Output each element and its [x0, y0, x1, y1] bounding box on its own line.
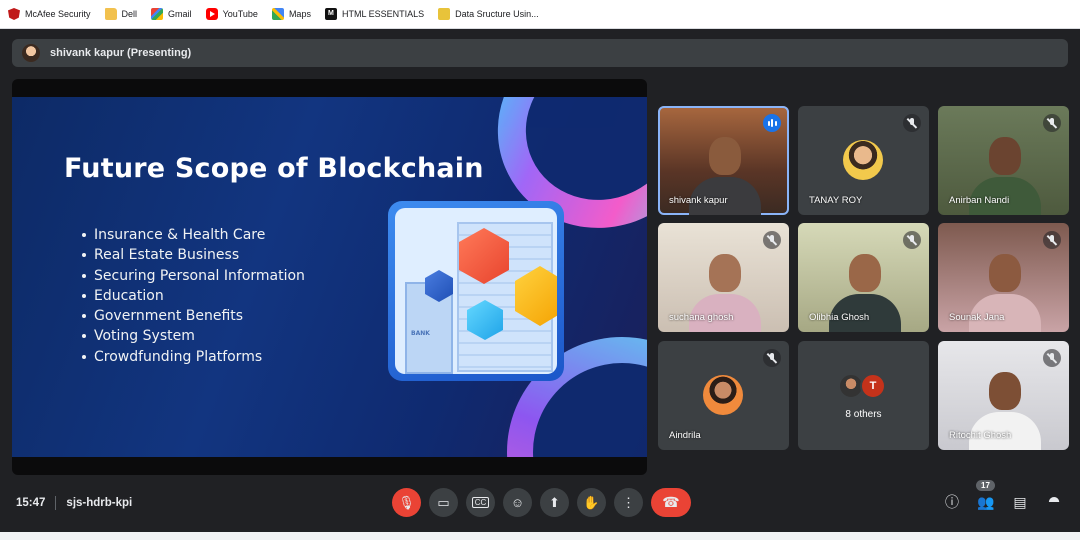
participant-name: suchana ghosh	[669, 312, 734, 323]
mic-off-icon	[1043, 349, 1061, 367]
bookmarks-bar: McAfee Security Dell Gmail YouTube Maps …	[0, 0, 1080, 29]
info-icon: ⓘ	[945, 494, 959, 510]
participant-tile[interactable]: suchana ghosh	[658, 223, 789, 332]
participant-tile[interactable]: Anirban Nandi	[938, 106, 1069, 215]
bookmark-youtube[interactable]: YouTube	[205, 8, 258, 20]
meeting-details-button[interactable]: ⓘ	[942, 492, 962, 512]
mic-off-button[interactable]: 🎙	[392, 488, 421, 517]
mic-off-icon	[763, 231, 781, 249]
end-call-button[interactable]: ☎	[651, 488, 691, 517]
present-screen-icon: ⬆	[549, 494, 560, 510]
taskbar-edge	[0, 532, 1080, 540]
participant-name: Ritochit Ghosh	[949, 430, 1012, 441]
bookmark-label: Maps	[288, 9, 311, 19]
participant-tile[interactable]: Sounak Jana	[938, 223, 1069, 332]
slide-bullet-list: Insurance & Health Care Real Estate Busi…	[82, 225, 305, 367]
slide-bullet: Securing Personal Information	[82, 266, 305, 286]
participant-name: TANAY ROY	[809, 195, 863, 206]
bookmark-label: McAfee Security	[25, 9, 91, 19]
slide-bullet: Real Estate Business	[82, 245, 305, 265]
reactions-button[interactable]: ☺	[503, 488, 532, 517]
slide-bullet: Crowdfunding Platforms	[82, 347, 305, 367]
participant-name: Olibhia Ghosh	[809, 312, 870, 323]
participant-name: Sounak Jana	[949, 312, 1005, 323]
others-count: 8 others	[845, 409, 882, 420]
blockchain-bank-illustration	[388, 201, 564, 381]
bookmark-data-structure[interactable]: Data Sructure Usin...	[438, 8, 539, 20]
avatar	[22, 44, 40, 62]
mic-off-icon	[903, 114, 921, 132]
participant-name: Anirban Nandi	[949, 195, 1010, 206]
participant-name: shivank kapur	[669, 195, 728, 206]
meeting-info: 15:47 sjs-hdrb-kpi	[16, 496, 132, 510]
slide-bullet: Government Benefits	[82, 306, 305, 326]
data-structure-icon	[438, 8, 451, 20]
captions-button[interactable]: CC	[466, 488, 495, 517]
bookmark-label: Dell	[121, 9, 138, 19]
meeting-time: 15:47	[16, 497, 46, 509]
others-avatars: T	[838, 373, 886, 399]
mic-off-icon: 🎙	[398, 494, 415, 510]
bookmark-label: YouTube	[222, 9, 258, 19]
more-vert-icon: ⋮	[622, 494, 635, 510]
emoji-icon: ☺	[510, 495, 525, 510]
activities-button[interactable]: ⯊	[1044, 492, 1064, 512]
camera-icon: ▭	[437, 494, 450, 510]
bookmark-html-essentials[interactable]: M HTML ESSENTIALS	[324, 8, 425, 20]
divider	[55, 496, 57, 510]
more-options-button[interactable]: ⋮	[614, 488, 643, 517]
mic-off-icon	[763, 349, 781, 367]
html-icon: M	[324, 8, 337, 20]
participant-count-badge: 17	[976, 480, 995, 491]
people-button[interactable]: 17 👥	[976, 480, 996, 512]
participant-tile[interactable]: Aindrila	[658, 341, 789, 450]
side-controls: ⓘ 17 👥 ▤ ⯊	[942, 480, 1064, 512]
activities-icon: ⯊	[1048, 493, 1060, 510]
bookmark-label: Gmail	[168, 9, 192, 19]
hand-icon: ✋	[583, 494, 600, 510]
slide-bullet: Insurance & Health Care	[82, 225, 305, 245]
end-call-icon: ☎	[662, 494, 680, 510]
bookmark-dell[interactable]: Dell	[104, 8, 138, 20]
speaking-indicator-icon	[763, 114, 781, 132]
meeting-code: sjs-hdrb-kpi	[66, 497, 133, 509]
avatar: T	[860, 373, 886, 399]
mic-off-icon	[1043, 231, 1061, 249]
mic-off-icon	[1043, 114, 1061, 132]
chat-button[interactable]: ▤	[1010, 492, 1030, 512]
bookmark-maps[interactable]: Maps	[271, 8, 311, 20]
slide-title: Future Scope of Blockchain	[64, 153, 484, 184]
call-controls: 🎙 ▭ CC ☺ ⬆ ✋ ⋮ ☎	[392, 488, 691, 517]
participant-name: Aindrila	[669, 430, 701, 441]
avatar	[843, 140, 883, 180]
captions-icon: CC	[471, 497, 490, 508]
participant-tile[interactable]: Olibhia Ghosh	[798, 223, 929, 332]
bookmark-mcafee[interactable]: McAfee Security	[8, 8, 91, 20]
bookmark-label: Data Sructure Usin...	[455, 9, 539, 19]
gmail-icon	[151, 8, 164, 20]
participant-tile[interactable]: TANAY ROY	[798, 106, 929, 215]
bookmark-gmail[interactable]: Gmail	[151, 8, 192, 20]
raise-hand-button[interactable]: ✋	[577, 488, 606, 517]
people-icon: 👥	[977, 493, 995, 510]
presenter-label: shivank kapur (Presenting)	[50, 47, 192, 59]
folder-icon	[104, 8, 117, 20]
mic-off-icon	[903, 231, 921, 249]
camera-button[interactable]: ▭	[429, 488, 458, 517]
maps-icon	[271, 8, 284, 20]
participant-tile[interactable]: shivank kapur	[658, 106, 789, 215]
participant-tile[interactable]: Ritochit Ghosh	[938, 341, 1069, 450]
slide-bullet: Education	[82, 286, 305, 306]
slide-bullet: Voting System	[82, 326, 305, 346]
presentation-slide: Future Scope of Blockchain Insurance & H…	[12, 97, 647, 457]
youtube-icon	[205, 8, 218, 20]
chat-icon: ▤	[1013, 493, 1027, 510]
avatar	[703, 375, 743, 415]
presentation-stage: Future Scope of Blockchain Insurance & H…	[12, 79, 647, 475]
bookmark-label: HTML ESSENTIALS	[341, 9, 425, 19]
others-tile[interactable]: T 8 others	[798, 341, 929, 450]
present-button[interactable]: ⬆	[540, 488, 569, 517]
mcafee-icon	[8, 8, 20, 20]
presenter-bar: shivank kapur (Presenting)	[12, 39, 1068, 67]
